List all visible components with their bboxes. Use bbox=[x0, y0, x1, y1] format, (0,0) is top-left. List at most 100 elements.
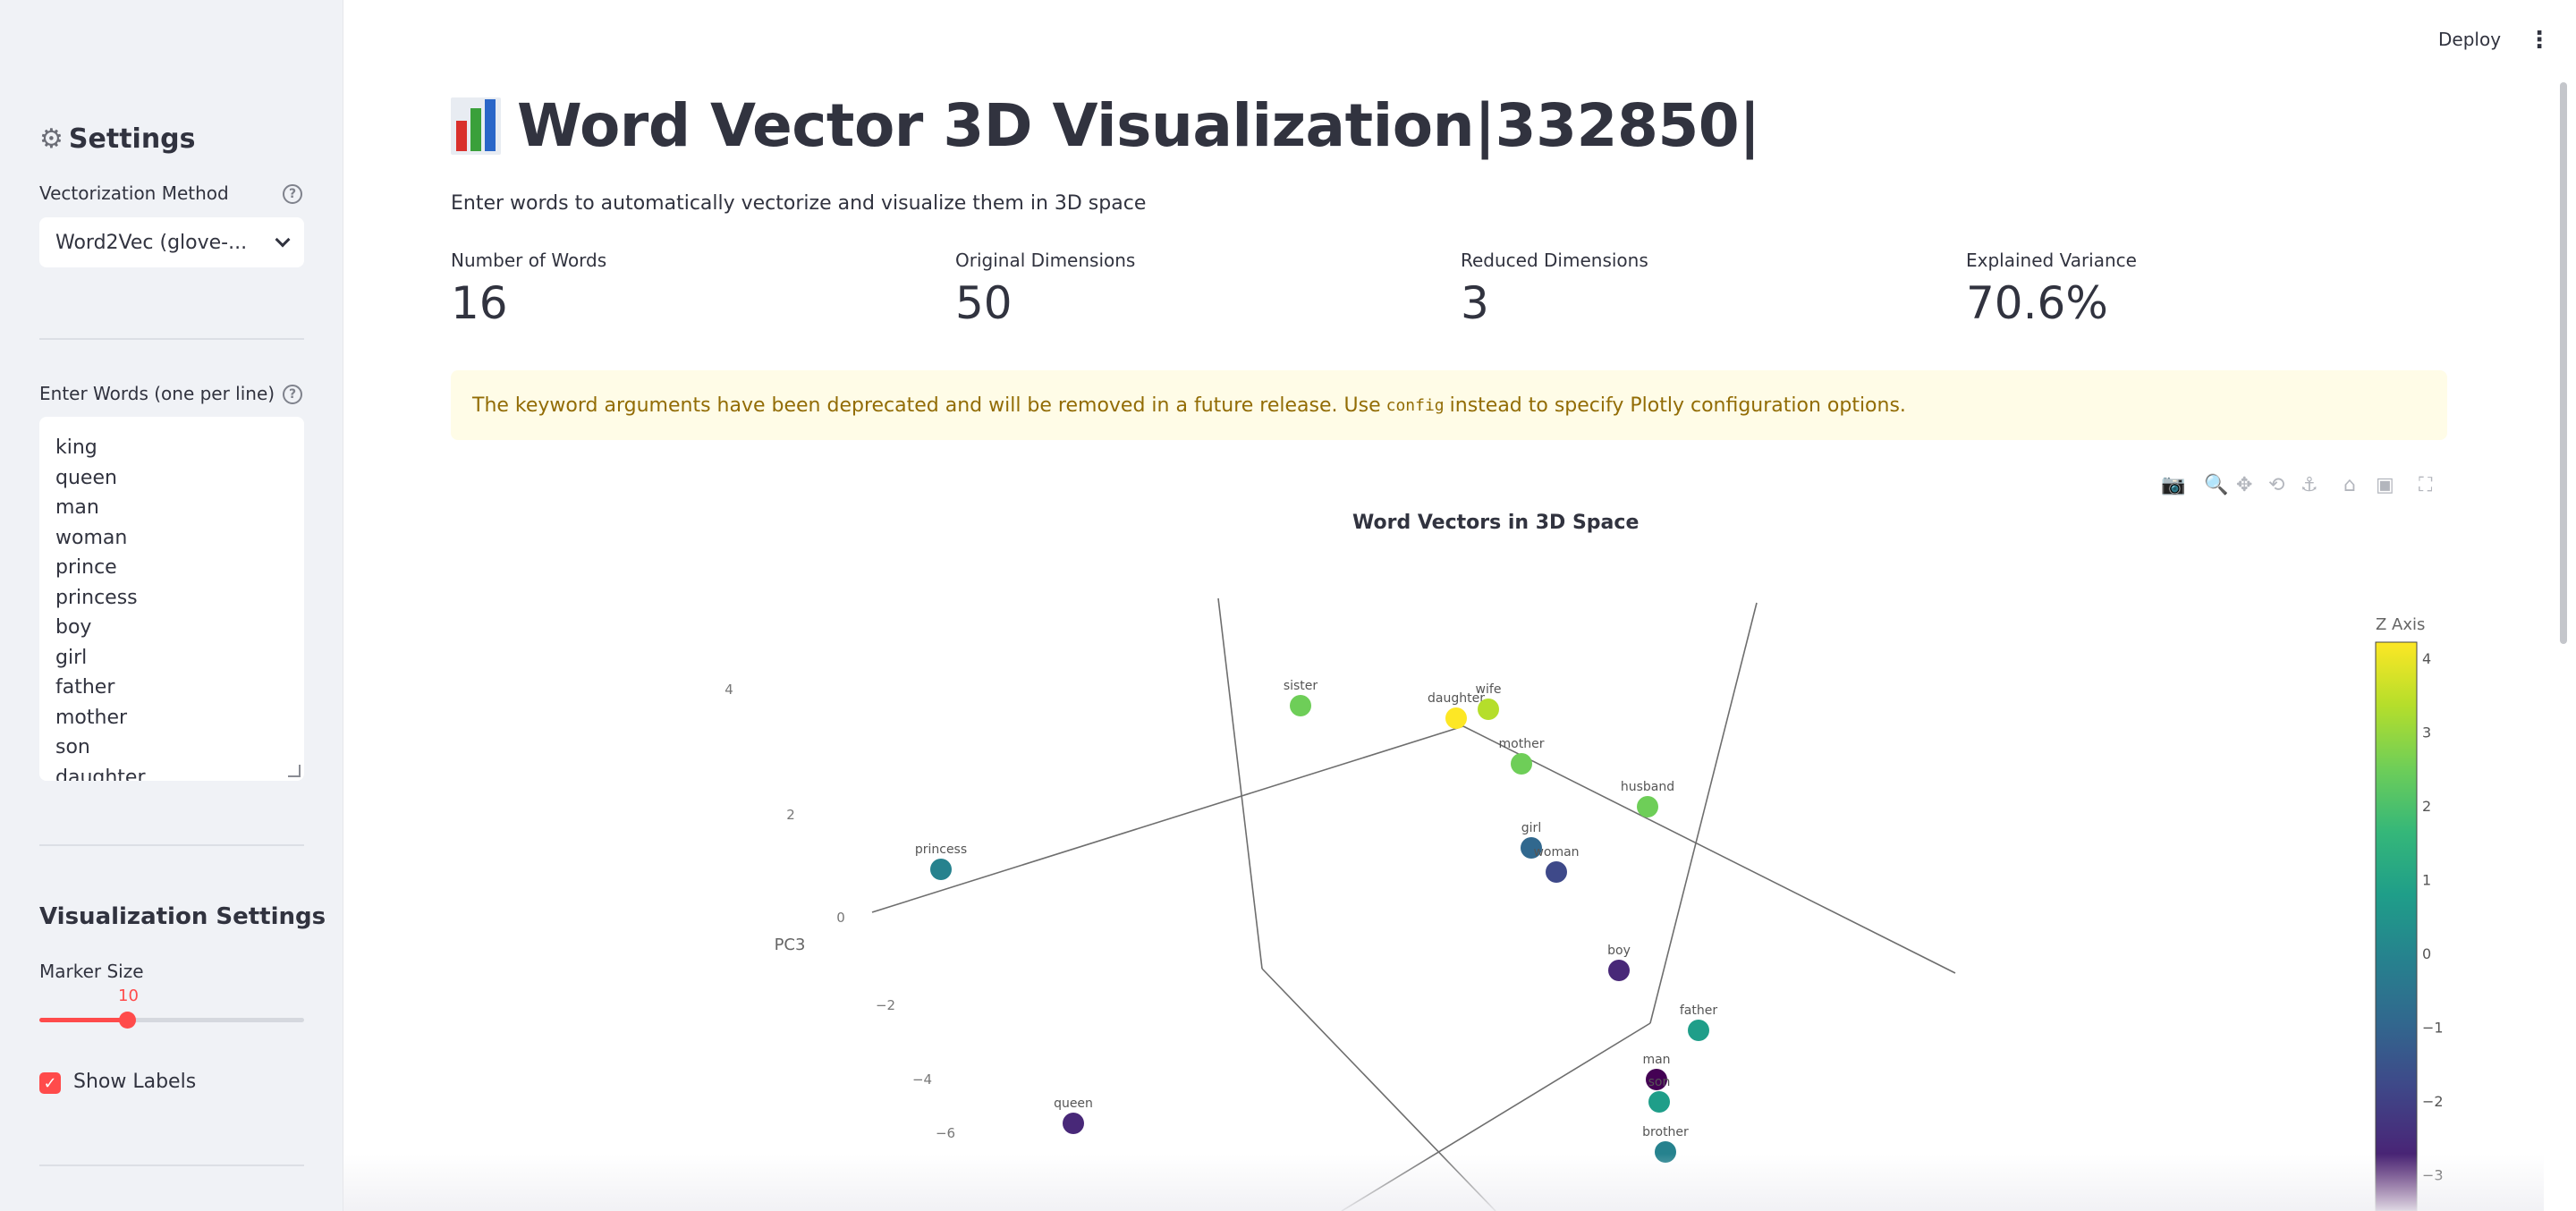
chart-title-text: Word Vectors in 3D Space bbox=[1352, 512, 1640, 534]
viz-settings-title: Visualization Settings bbox=[39, 903, 326, 930]
metric-value: 50 bbox=[955, 277, 1013, 329]
camera-icon[interactable]: 📷 bbox=[2161, 474, 2185, 496]
deploy-button[interactable]: Deploy bbox=[2438, 29, 2501, 50]
show-labels-label: Show Labels bbox=[73, 1071, 197, 1093]
metric-label: Number of Words bbox=[451, 250, 607, 271]
divider bbox=[39, 1164, 304, 1166]
point-label: girl bbox=[1521, 821, 1541, 835]
vectorization-select-value: Word2Vec (glove-... bbox=[55, 231, 248, 254]
point-label: mother bbox=[1499, 737, 1545, 751]
fullscreen-icon[interactable]: ⛶ bbox=[2419, 474, 2432, 496]
slider-thumb[interactable] bbox=[118, 1012, 136, 1029]
colorbar-tick-label: 3 bbox=[2422, 724, 2431, 741]
marker-size-value: 10 bbox=[118, 987, 139, 1005]
bar-chart-icon bbox=[451, 97, 501, 155]
warning-text: instead to specify Plotly configuration … bbox=[1449, 394, 1906, 417]
help-icon[interactable]: ? bbox=[283, 184, 302, 204]
word-line: boy bbox=[55, 616, 92, 639]
word-line: queen bbox=[55, 466, 117, 489]
colorbar-tick-label: 2 bbox=[2422, 798, 2431, 815]
point-label: father bbox=[1680, 1004, 1717, 1018]
home-icon[interactable]: ⌂ bbox=[2343, 474, 2356, 496]
word-line: daughter bbox=[55, 766, 146, 782]
colorbar bbox=[2375, 641, 2418, 1211]
point-husband bbox=[1637, 796, 1658, 817]
resize-handle-icon[interactable] bbox=[288, 765, 301, 777]
point-princess bbox=[930, 859, 952, 880]
3d-scatter-plot[interactable]: sisterdaughterwifemotherhusbandgirlwoman… bbox=[343, 555, 2544, 1211]
bottom-fade bbox=[343, 1154, 2544, 1211]
word-line: woman bbox=[55, 526, 128, 549]
point-label: son bbox=[1648, 1075, 1671, 1089]
divider bbox=[39, 844, 304, 846]
gear-icon: ⚙ bbox=[39, 123, 64, 155]
warning-code: config bbox=[1385, 395, 1445, 415]
point-wife bbox=[1478, 699, 1499, 720]
colorbar-tick-label: −1 bbox=[2422, 1020, 2444, 1037]
point-father bbox=[1688, 1020, 1709, 1041]
sidebar-title: ⚙ Settings bbox=[39, 123, 196, 155]
point-label: boy bbox=[1607, 944, 1631, 958]
metric-label: Original Dimensions bbox=[955, 250, 1136, 271]
sidebar-title-text: Settings bbox=[68, 123, 196, 155]
camera-view-icon[interactable]: ▣ bbox=[2376, 474, 2394, 496]
marker-size-slider[interactable] bbox=[39, 1012, 304, 1029]
page-subtitle: Enter words to automatically vectorize a… bbox=[451, 192, 1147, 215]
metric-label: Explained Variance bbox=[1966, 250, 2137, 271]
axis-line bbox=[1217, 597, 1263, 970]
scrollbar[interactable] bbox=[2560, 82, 2567, 644]
word-line: son bbox=[55, 736, 90, 758]
z-axis-title: PC3 bbox=[775, 936, 806, 954]
marker-size-label: Marker Size bbox=[39, 961, 144, 982]
point-woman bbox=[1546, 861, 1567, 883]
sidebar: ⚙ Settings Vectorization Method ? Word2V… bbox=[0, 0, 343, 1211]
metric-label: Reduced Dimensions bbox=[1461, 250, 1648, 271]
point-label: woman bbox=[1533, 845, 1579, 860]
word-line: king bbox=[55, 436, 97, 459]
z-tick-label: 4 bbox=[724, 682, 733, 698]
z-tick-label: −6 bbox=[936, 1125, 955, 1141]
divider bbox=[39, 338, 304, 340]
word-line: father bbox=[55, 676, 115, 699]
colorbar-title: Z Axis bbox=[2376, 615, 2425, 634]
point-daughter bbox=[1445, 707, 1467, 729]
point-mother bbox=[1511, 753, 1532, 775]
turntable-icon[interactable]: ⚓ bbox=[2301, 474, 2318, 496]
page-title: Word Vector 3D Visualization|332850| bbox=[451, 91, 1760, 160]
z-tick-label: −2 bbox=[876, 997, 895, 1013]
point-label: queen bbox=[1054, 1097, 1093, 1111]
point-son bbox=[1648, 1091, 1670, 1113]
word-line: mother bbox=[55, 706, 128, 729]
word-line: prince bbox=[55, 556, 117, 579]
slider-fill bbox=[39, 1018, 127, 1022]
point-label: brother bbox=[1642, 1125, 1689, 1139]
point-label: princess bbox=[915, 843, 967, 857]
show-labels-checkbox[interactable]: ✓ bbox=[39, 1072, 61, 1094]
word-line: man bbox=[55, 496, 99, 519]
colorbar-tick-label: 0 bbox=[2422, 945, 2431, 962]
kebab-menu-icon[interactable]: ⋮ bbox=[2528, 27, 2551, 54]
help-icon[interactable]: ? bbox=[283, 385, 302, 404]
word-line: princess bbox=[55, 586, 138, 609]
words-textarea[interactable]: king queen man woman prince princess boy girl fa… bbox=[39, 417, 304, 781]
page-title-text: Word Vector 3D Visualization|332850| bbox=[517, 91, 1760, 160]
colorbar-tick-label: 1 bbox=[2422, 872, 2431, 889]
point-label: sister bbox=[1284, 679, 1318, 693]
words-label: Enter Words (one per line) bbox=[39, 383, 275, 404]
point-label: man bbox=[1642, 1053, 1670, 1067]
warning-text: The keyword arguments have been deprecat… bbox=[472, 394, 1381, 417]
point-queen bbox=[1063, 1113, 1084, 1134]
z-tick-label: −4 bbox=[912, 1071, 932, 1088]
zoom-icon[interactable]: 🔍 bbox=[2204, 474, 2228, 496]
orbit-rotation-icon[interactable]: ⟲ bbox=[2268, 474, 2284, 496]
word-line: girl bbox=[55, 646, 88, 669]
point-label: husband bbox=[1621, 780, 1674, 794]
point-label: wife bbox=[1476, 682, 1502, 697]
point-sister bbox=[1290, 695, 1311, 716]
vectorization-select[interactable]: Word2Vec (glove-... bbox=[39, 217, 304, 267]
pan-icon[interactable]: ✥ bbox=[2236, 474, 2252, 496]
z-tick-label: 0 bbox=[836, 910, 845, 926]
vectorization-label: Vectorization Method bbox=[39, 182, 229, 204]
axis-line bbox=[1649, 602, 1758, 1024]
colorbar-tick-label: 4 bbox=[2422, 650, 2431, 667]
